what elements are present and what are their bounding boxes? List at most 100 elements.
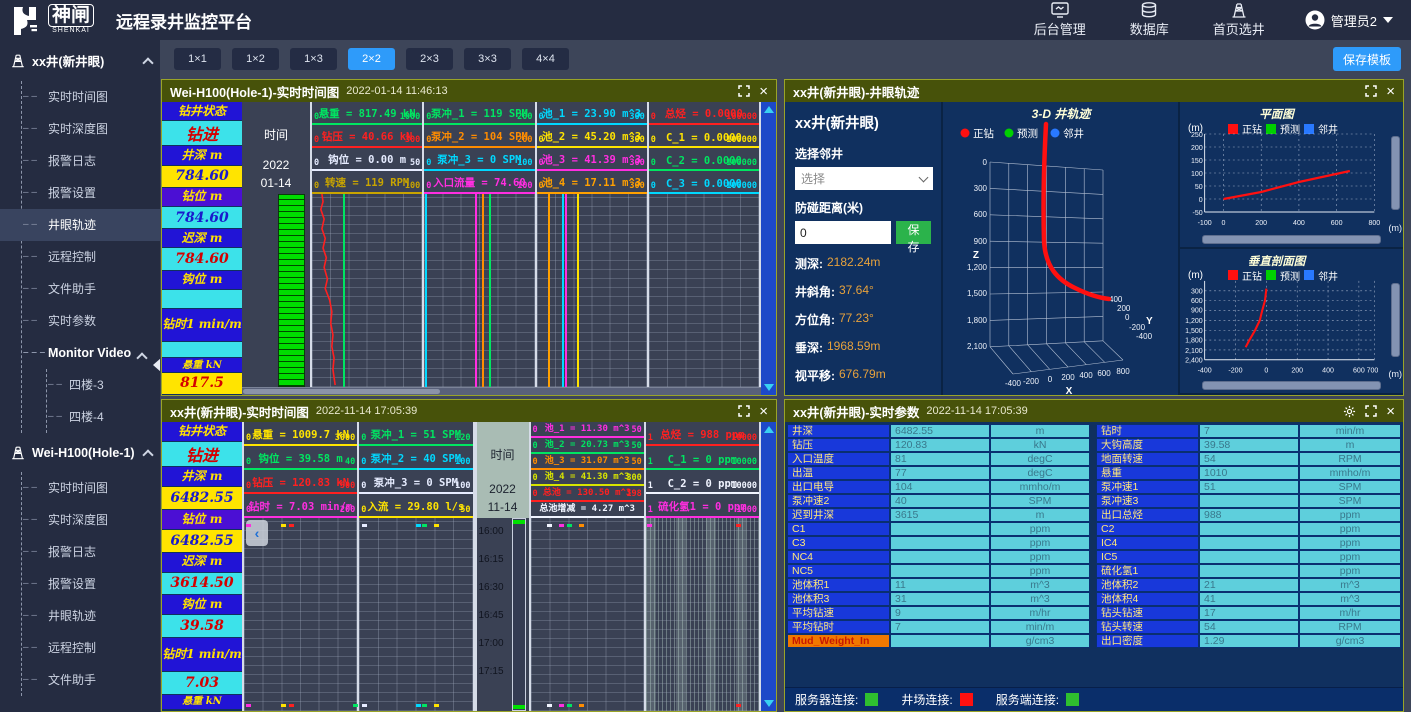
curve-header[interactable]: 0泵冲_3 = 0 SPM100 [359,470,472,494]
close-icon[interactable]: × [759,84,768,99]
curve-header[interactable]: 0池_4 = 17.11 m^3300 [537,171,647,194]
curve-header[interactable]: 1硫化氢1 = 0 ppm1000 [646,494,759,518]
curve-header[interactable]: 0钻压 = 40.66 kN300 [312,125,422,148]
svg-text:400: 400 [1322,366,1334,374]
scroll-up-icon[interactable] [764,106,774,113]
layout-2x2-button[interactable]: 2×2 [348,48,395,70]
sidebar-item-realtime-depth-chart[interactable]: 实时深度图 [22,113,160,145]
curve-header[interactable]: 0转速 = 119 RPM100 [312,171,422,194]
curve-header[interactable]: 1C_2 = 0 ppm10000 [646,470,759,494]
svg-text:-200: -200 [1228,366,1242,374]
curve-header[interactable]: 0池_2 = 45.20 m^3300 [537,125,647,148]
sidebar-item-realtime-time-chart-2[interactable]: 实时时间图 [22,472,160,504]
scroll-up-icon[interactable] [764,426,774,433]
nav-backend-management[interactable]: 后台管理 [1034,2,1086,38]
sidebar-item-alarm-settings-2[interactable]: 报警设置 [22,568,160,600]
curve-header[interactable]: 0总烃 = 0.0000100000 [649,102,759,125]
layout-2x3-button[interactable]: 2×3 [406,48,453,70]
curve-header[interactable]: 0泵冲_2 = 40 SPM100 [359,446,472,470]
close-icon[interactable]: × [1386,404,1395,419]
expand-icon[interactable] [738,85,750,97]
curve-header[interactable]: 0钻时 = 7.03 min/m200 [244,494,357,518]
sidebar-item-camera-4f-3[interactable]: 四楼-3 [47,369,160,401]
curve-header[interactable]: 0入流 = 29.80 l/s50 [359,494,472,518]
curve-header[interactable]: 0泵冲_3 = 0 SPM100 [424,148,534,171]
horizontal-scrollbar[interactable] [1202,235,1381,244]
layout-1x1-button[interactable]: 1×1 [174,48,221,70]
curve-header[interactable]: 1C_1 = 0 ppm10000 [646,446,759,470]
sidebar-item-remote-control[interactable]: 远程控制 [22,241,160,273]
curve-header[interactable]: 总池增减 = 4.27 m^3 [531,502,644,518]
sidebar-item-alarm-settings[interactable]: 报警设置 [22,177,160,209]
gear-icon[interactable] [1343,405,1356,418]
svg-text:400: 400 [1079,371,1093,380]
scroll-down-icon[interactable] [764,700,774,707]
svg-text:200: 200 [1255,218,1267,227]
save-button[interactable]: 保存 [896,221,931,244]
curve-header[interactable]: 0泵冲_1 = 119 SPM200 [424,102,534,125]
curve-header[interactable]: 0C_2 = 0.0000100000 [649,148,759,171]
curve-header[interactable]: 0池_3 = 41.39 m^3300 [537,148,647,171]
curve-header[interactable]: 0池_1 = 11.30 m^350 [531,422,644,438]
nav-home-well-select[interactable]: 首页选井 [1213,2,1265,38]
vertical-scrollbar[interactable] [761,102,776,395]
pit1-curve [562,194,564,387]
panel-timechart-weih100: Wei-H100(Hole-1)-实时时间图 2022-01-14 11:46:… [161,79,777,396]
sidebar-item-file-assistant[interactable]: 文件助手 [22,273,160,305]
curve-header[interactable]: 0悬重 = 817.49 kN1000 [312,102,422,125]
expand-icon[interactable] [738,405,750,417]
sidebar-item-camera-4f-4[interactable]: 四楼-4 [47,401,160,433]
vertical-scrollbar[interactable] [761,422,776,711]
layout-4x4-button[interactable]: 4×4 [522,48,569,70]
scroll-down-icon[interactable] [764,384,774,391]
nav-database[interactable]: 数据库 [1130,2,1169,38]
curve-header[interactable]: 0池_2 = 20.73 m^350 [531,438,644,454]
sidebar-collapse-handle[interactable] [153,358,160,372]
curve-header[interactable]: 0入口流量 = 74.60100 [424,171,534,194]
close-icon[interactable]: × [759,404,768,419]
close-icon[interactable]: × [1386,84,1395,99]
layout-1x3-button[interactable]: 1×3 [290,48,337,70]
layout-1x2-button[interactable]: 1×2 [232,48,279,70]
sidebar-item-well-trajectory-2[interactable]: 井眼轨迹 [22,600,160,632]
horizontal-scrollbar[interactable] [242,387,761,395]
server-connection-label: 服务器连接: [795,691,858,708]
select-offset-well-label: 选择邻井 [795,145,931,162]
curve-header[interactable]: 0池_1 = 23.90 m^3300 [537,102,647,125]
expand-icon[interactable] [1365,85,1377,97]
user-menu[interactable]: 管理员2 [1305,10,1393,30]
curve-header[interactable]: 0钩位 = 0.00 m50 [312,148,422,171]
sidebar-item-file-assistant-2[interactable]: 文件助手 [22,664,160,696]
sidebar-well-2-header[interactable]: Wei-H100(Hole-1) [0,433,160,472]
curve-header[interactable]: 1总烃 = 988 ppm10000 [646,422,759,446]
anticollision-distance-input[interactable] [795,221,891,244]
vertical-scrollbar[interactable] [1391,136,1400,210]
sidebar-item-alarm-log[interactable]: 报警日志 [22,145,160,177]
sidebar-item-alarm-log-2[interactable]: 报警日志 [22,536,160,568]
sidebar-well-1-header[interactable]: xx井(新井眼) [0,40,160,81]
curve-header[interactable]: 0钻压 = 120.83 kN500 [244,470,357,494]
sidebar-item-realtime-params[interactable]: 实时参数 [22,305,160,337]
horizontal-scrollbar[interactable] [1202,381,1381,390]
curve-header[interactable]: 0总池 = 130.50 m^3198 [531,486,644,502]
save-template-button[interactable]: 保存模板 [1333,47,1401,71]
sidebar-item-realtime-time-chart[interactable]: 实时时间图 [22,81,160,113]
stat-lateral-displacement: 视平移:676.79m [795,367,931,384]
curve-header[interactable]: 0C_1 = 0.0000100000 [649,125,759,148]
curve-header[interactable]: 0泵冲_1 = 51 SPM120 [359,422,472,446]
sidebar-item-well-trajectory[interactable]: 井眼轨迹 [0,209,160,241]
param-value: 817.5 [162,373,242,395]
expand-icon[interactable] [1365,405,1377,417]
layout-3x3-button[interactable]: 3×3 [464,48,511,70]
curve-header[interactable]: 0池_4 = 41.30 m^3300 [531,470,644,486]
offset-well-select[interactable]: 选择 [795,167,933,190]
curve-header[interactable]: 0C_3 = 0.0000100000 [649,171,759,194]
curve-header[interactable]: 0悬重 = 1009.7 kN3000 [244,422,357,446]
vertical-scrollbar[interactable] [1391,283,1400,357]
curve-header[interactable]: 0钩位 = 39.58 m40 [244,446,357,470]
sidebar-item-remote-control-2[interactable]: 远程控制 [22,632,160,664]
curve-header[interactable]: 0池_3 = 31.07 m^350 [531,454,644,470]
sidebar-item-monitor-video[interactable]: Monitor Video [22,337,160,369]
sidebar-item-realtime-depth-chart-2[interactable]: 实时深度图 [22,504,160,536]
curve-header[interactable]: 0泵冲_2 = 104 SPM200 [424,125,534,148]
